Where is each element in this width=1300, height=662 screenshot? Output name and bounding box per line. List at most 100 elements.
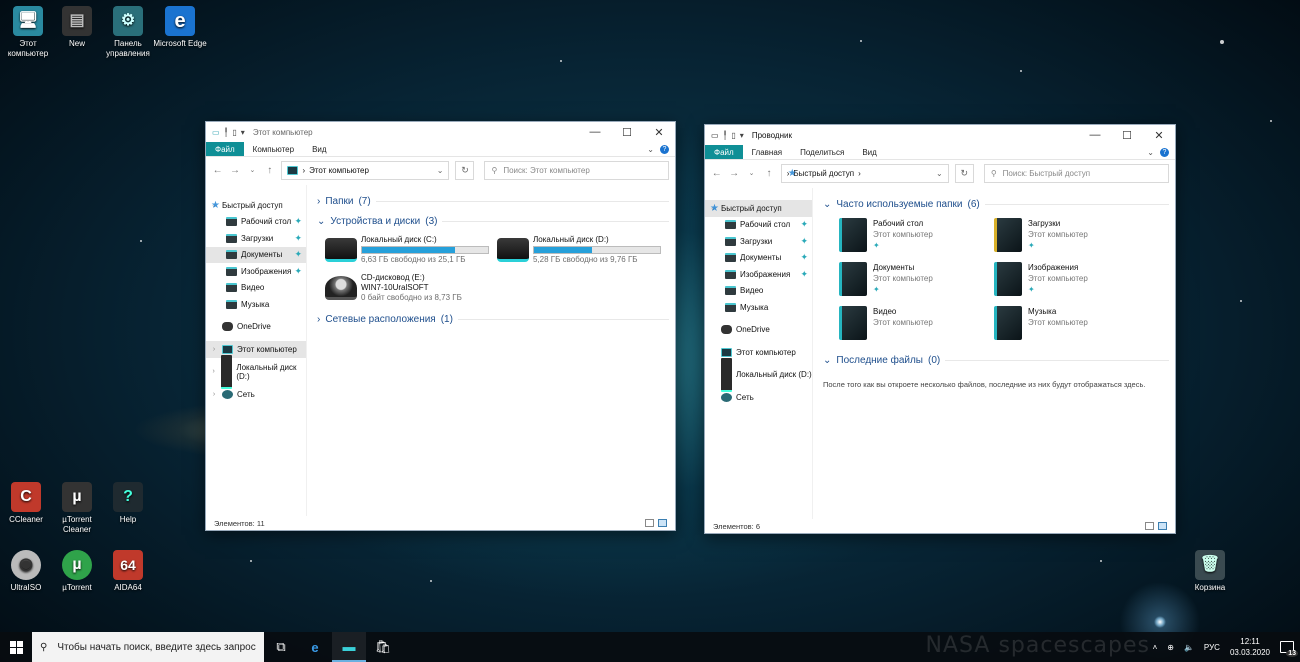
start-button[interactable] [0,632,32,662]
close-button[interactable]: ✕ [643,126,675,139]
forward-button[interactable]: → [229,165,240,176]
volume-icon[interactable]: 🔈 [1184,643,1194,652]
details-view-icon[interactable] [1145,522,1154,530]
tiles-view-icon[interactable] [658,519,667,527]
tab-file[interactable]: Файл [206,142,244,156]
breadcrumb[interactable]: Этот компьютер [309,166,369,175]
expand-ribbon-icon[interactable]: ⌄ [1147,148,1154,157]
taskbar-edge-button[interactable]: e [298,632,332,662]
folder-tile-desktop[interactable]: Рабочий стол Этот компьютер ✦ [839,218,994,254]
desktop-icon-new[interactable]: ▤ New [49,6,105,49]
sidebar-item-pictures[interactable]: Изображения ✦ [705,266,812,283]
clock[interactable]: 12:11 03.03.2020 [1230,636,1270,658]
taskbar-search-box[interactable]: ⚲ Чтобы начать поиск, введите здесь запр… [32,632,264,662]
drive-item-c[interactable]: Локальный диск (C:) 6,63 ГБ свободно из … [325,233,497,267]
desktop-icon-control-panel[interactable]: ⚙ Панель управления [100,6,156,59]
sidebar-item-onedrive[interactable]: OneDrive [705,322,812,339]
folder-tile-pictures[interactable]: Изображения Этот компьютер ✦ [994,262,1149,298]
forward-button[interactable]: → [728,168,739,179]
chevron-down-icon[interactable]: ▾ [740,131,744,140]
back-button[interactable]: ← [212,165,223,176]
desktop-icon-utorrent[interactable]: µ µTorrent [49,550,105,593]
title-bar[interactable]: ▭ ╿ ▯ ▾ Этот компьютер — ☐ ✕ [206,122,675,142]
sidebar-item-pictures[interactable]: Изображения ✦ [206,263,306,280]
chevron-down-icon[interactable]: ⌄ [437,166,444,175]
minimize-button[interactable]: — [579,126,611,139]
recent-locations-button[interactable]: ⌄ [746,169,757,177]
breadcrumb[interactable]: Быстрый доступ [793,169,854,178]
sidebar-item-downloads[interactable]: Загрузки ✦ [206,230,306,247]
help-icon[interactable]: ? [660,144,669,154]
properties-icon[interactable]: ╿ [224,128,229,137]
sidebar-item-network[interactable]: Сеть [705,389,812,406]
folder-tile-videos[interactable]: Видео Этот компьютер [839,306,994,342]
sidebar-item-downloads[interactable]: Загрузки ✦ [705,233,812,250]
address-bar[interactable]: › Этот компьютер ⌄ [281,160,450,180]
task-view-button[interactable]: ⧉ [264,632,298,662]
sidebar-item-local-disk-d[interactable]: › Локальный диск (D:) [206,354,306,389]
drive-item-cd[interactable]: CD-дисковод (E:) WIN7-10UralSOFT 0 байт … [325,271,497,305]
close-button[interactable]: ✕ [1143,129,1175,142]
maximize-button[interactable]: ☐ [611,126,643,139]
sidebar-item-quick-access[interactable]: ⌄ ★ Быстрый доступ [206,197,306,214]
group-header-network[interactable]: › Сетевые расположения (1) [317,309,669,329]
sidebar-item-videos[interactable]: Видео [705,283,812,300]
desktop-icon-ccleaner[interactable]: C CCleaner [0,482,54,525]
sidebar-item-network[interactable]: › Сеть [206,386,306,403]
sidebar-item-local-disk-d[interactable]: Локальный диск (D:) [705,357,812,392]
folder-tile-music[interactable]: Музыка Этот компьютер [994,306,1149,342]
sidebar-item-music[interactable]: Музыка [705,299,812,316]
chevron-right-icon[interactable]: › [210,346,218,353]
tab-computer[interactable]: Компьютер [244,142,303,156]
sidebar-item-quick-access[interactable]: ⌄ ★ Быстрый доступ [705,200,812,217]
chevron-down-icon[interactable]: ▾ [241,128,245,137]
title-bar[interactable]: ▭ ╿ ▯ ▾ Проводник — ☐ ✕ [705,125,1175,145]
desktop-icon-aida64[interactable]: 64 AIDA64 [100,550,156,593]
group-header-folders[interactable]: › Папки (7) [317,191,669,211]
new-folder-icon[interactable]: ▯ [232,128,236,137]
desktop-icon-edge[interactable]: e Microsoft Edge [152,6,208,49]
group-header-devices[interactable]: ⌄ Устройства и диски (3) [317,211,669,231]
sidebar-item-desktop[interactable]: Рабочий стол ✦ [206,214,306,231]
desktop-icon-recycle-bin[interactable]: 🗑 Корзина [1182,550,1238,593]
desktop-icon-this-pc[interactable]: 🖥 Этот компьютер [0,6,56,59]
tab-share[interactable]: Поделиться [791,145,853,159]
chevron-down-icon[interactable]: ⌄ [936,169,943,178]
notification-center-button[interactable]: 13 [1280,641,1298,657]
search-input[interactable]: ⚲ Поиск: Этот компьютер [484,160,669,180]
chevron-right-icon[interactable]: › [210,391,218,398]
refresh-button[interactable]: ↻ [455,160,475,180]
sidebar-item-onedrive[interactable]: OneDrive [206,319,306,336]
sidebar-item-documents[interactable]: Документы ✦ [705,250,812,267]
explorer-window-quick-access[interactable]: ▭ ╿ ▯ ▾ Проводник — ☐ ✕ Файл Главная Под… [704,124,1176,534]
address-bar[interactable]: ★ › Быстрый доступ › ⌄ [780,163,949,183]
up-button[interactable]: ↑ [264,165,275,176]
drive-item-d[interactable]: Локальный диск (D:) 5,28 ГБ свободно из … [497,233,669,267]
tab-home[interactable]: Главная [743,145,791,159]
expand-ribbon-icon[interactable]: ⌄ [647,145,654,154]
desktop-icon-ultraiso[interactable]: ◉ UltraISO [0,550,54,593]
properties-icon[interactable]: ╿ [723,131,728,140]
desktop-icon-help[interactable]: ? Help [100,482,156,525]
tab-view[interactable]: Вид [303,142,335,156]
group-header-recent-files[interactable]: ⌄ Последние файлы (0) [823,350,1169,370]
up-button[interactable]: ↑ [763,168,774,179]
folder-tile-downloads[interactable]: Загрузки Этот компьютер ✦ [994,218,1149,254]
tab-file[interactable]: Файл [705,145,743,159]
taskbar-store-button[interactable]: 🛍 [366,632,400,662]
chevron-right-icon[interactable]: › [210,368,217,375]
details-view-icon[interactable] [645,519,654,527]
recent-locations-button[interactable]: ⌄ [247,166,258,174]
maximize-button[interactable]: ☐ [1111,129,1143,142]
group-header-frequent-folders[interactable]: ⌄ Часто используемые папки (6) [823,194,1169,214]
back-button[interactable]: ← [711,168,722,179]
refresh-button[interactable]: ↻ [954,163,974,183]
desktop-icon-utorrent-cleaner[interactable]: µ µTorrent Cleaner [49,482,105,535]
tab-view[interactable]: Вид [853,145,885,159]
chevron-up-icon[interactable]: ˄ [1153,643,1158,652]
minimize-button[interactable]: — [1079,129,1111,142]
search-input[interactable]: ⚲ Поиск: Быстрый доступ [983,163,1170,183]
sidebar-item-desktop[interactable]: Рабочий стол ✦ [705,217,812,234]
taskbar-explorer-button[interactable]: ▬ [332,632,366,662]
sidebar-item-documents[interactable]: Документы ✦ [206,246,306,263]
